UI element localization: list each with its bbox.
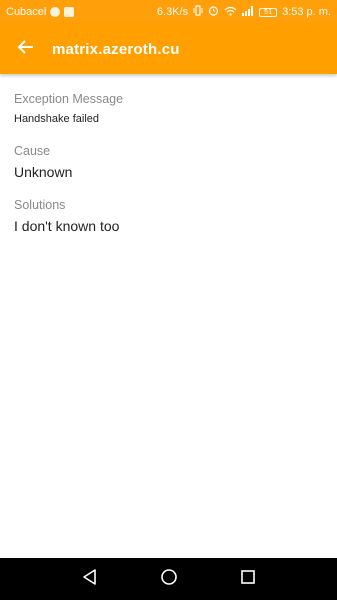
triangle-back-icon (81, 568, 99, 591)
error-details-screen: Cubacel 6.3K/s 51 3:53 p. m. matrix.azer… (0, 0, 337, 600)
arrow-back-icon (17, 38, 35, 61)
clock: 3:53 p. m. (282, 6, 331, 18)
cause-value: Unknown (14, 164, 73, 180)
status-right: 6.3K/s 51 3:53 p. m. (157, 5, 331, 19)
image-icon (64, 7, 75, 17)
carrier-name: Cubacel (6, 6, 47, 18)
wifi-icon (224, 6, 237, 19)
cause-label: Cause (14, 144, 51, 158)
network-speed: 6.3K/s (156, 6, 189, 18)
solutions-value: I don't known too (14, 218, 120, 234)
status-left: Cubacel (6, 6, 157, 18)
nav-home-button[interactable] (154, 564, 184, 594)
solutions-label: Solutions (14, 198, 66, 212)
vibrate-icon (193, 5, 203, 19)
exception-message-label: Exception Message (14, 92, 124, 106)
battery-icon: 51 (259, 7, 278, 17)
notification-icon (50, 7, 61, 17)
exception-message-value: Handshake failed (14, 113, 100, 125)
error-content: Exception Message Handshake failed Cause… (0, 74, 337, 234)
page-title: matrix.azeroth.cu (52, 40, 180, 58)
app-bar: matrix.azeroth.cu (0, 24, 337, 74)
square-recents-icon (240, 569, 256, 590)
nav-recents-button[interactable] (233, 564, 263, 594)
navigation-bar (0, 558, 337, 600)
status-bar: Cubacel 6.3K/s 51 3:53 p. m. (0, 0, 337, 24)
circle-home-icon (160, 568, 178, 591)
alarm-icon (208, 5, 219, 19)
back-button[interactable] (0, 24, 52, 74)
nav-back-button[interactable] (75, 564, 105, 594)
signal-icon (242, 5, 254, 19)
